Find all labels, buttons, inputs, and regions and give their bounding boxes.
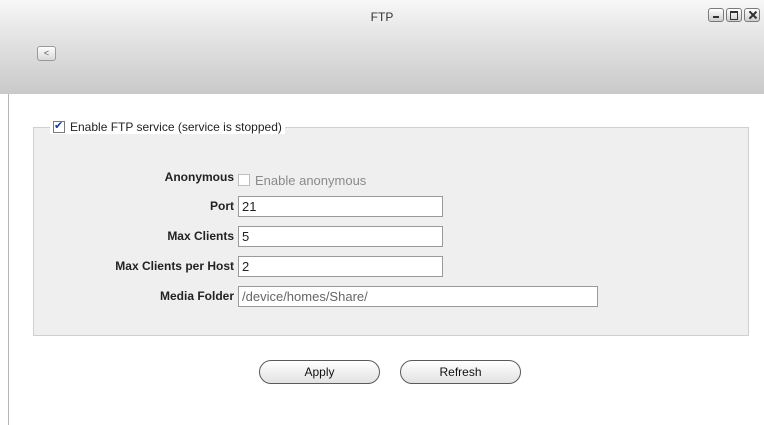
port-input[interactable]: 21	[238, 195, 443, 217]
anonymous-checkbox[interactable]	[238, 174, 250, 186]
anonymous-label: Anonymous	[164, 170, 234, 184]
back-button[interactable]: <	[37, 46, 56, 61]
max-per-host-input[interactable]: 2	[238, 255, 443, 277]
media-folder-row: Media Folder /device/homes/Share/	[34, 285, 598, 307]
media-folder-label: Media Folder	[159, 289, 234, 303]
minimize-icon[interactable]	[708, 8, 724, 22]
max-per-host-label: Max Clients per Host	[115, 259, 234, 273]
window-controls	[708, 8, 760, 22]
max-clients-row: Max Clients 5	[34, 225, 443, 247]
maximize-icon[interactable]	[726, 8, 742, 22]
anonymous-row: Anonymous Enable anonymous	[34, 166, 367, 188]
refresh-button[interactable]: Refresh	[400, 360, 521, 384]
enable-ftp-legend: Enable FTP service (service is stopped)	[50, 119, 285, 134]
enable-ftp-label: Enable FTP service (service is stopped)	[70, 120, 282, 134]
enable-ftp-checkbox[interactable]	[53, 119, 65, 133]
max-clients-input[interactable]: 5	[238, 225, 443, 247]
apply-button[interactable]: Apply	[259, 360, 380, 384]
anonymous-option: Enable anonymous	[238, 173, 366, 188]
media-folder-input[interactable]: /device/homes/Share/	[238, 285, 598, 307]
max-clients-label: Max Clients	[167, 229, 234, 243]
port-row: Port 21	[34, 195, 443, 217]
window-titlebar: FTP <	[0, 0, 764, 94]
close-icon[interactable]	[744, 8, 760, 22]
anonymous-option-label: Enable anonymous	[255, 172, 367, 188]
port-label: Port	[210, 199, 234, 213]
ftp-settings-group: Anonymous Enable anonymous Port 21 Max C…	[33, 127, 749, 336]
max-per-host-row: Max Clients per Host 2	[34, 255, 443, 277]
window-title: FTP	[370, 10, 394, 24]
